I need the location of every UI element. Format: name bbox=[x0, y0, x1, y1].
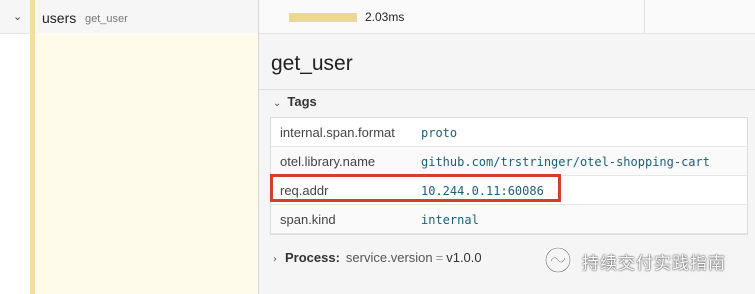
span-detail-spacer bbox=[35, 33, 258, 294]
tags-section-toggle[interactable]: ⌄ Tags bbox=[273, 94, 317, 109]
span-detail-title: get_user bbox=[271, 52, 353, 75]
tag-key: internal.span.format bbox=[280, 125, 395, 140]
tag-row: span.kind internal bbox=[271, 205, 747, 234]
process-equals: = bbox=[435, 250, 444, 265]
trace-tree-panel: ⌄ users get_user bbox=[0, 0, 258, 294]
tags-table: internal.span.format proto otel.library.… bbox=[270, 117, 748, 235]
span-service-name: users bbox=[42, 10, 77, 26]
tag-key: otel.library.name bbox=[280, 154, 376, 169]
tag-row: otel.library.name github.com/trstringer/… bbox=[271, 147, 747, 176]
chevron-down-icon: ⌄ bbox=[273, 98, 282, 109]
tag-value: 10.244.0.11:60086 bbox=[421, 184, 544, 198]
chevron-right-icon: › bbox=[273, 254, 277, 265]
tag-value: internal bbox=[421, 213, 479, 227]
span-timeline-row[interactable]: 2.03ms bbox=[259, 0, 755, 34]
watermark-text: 持续交付实践指南 bbox=[582, 254, 726, 273]
tag-key: req.addr bbox=[280, 183, 329, 198]
watermark: 持续交付实践指南 bbox=[545, 245, 745, 275]
wechat-logo-icon bbox=[545, 247, 571, 273]
tag-key: span.kind bbox=[280, 212, 336, 227]
tag-value: github.com/trstringer/otel-shopping-cart bbox=[421, 155, 710, 169]
span-duration-bar bbox=[289, 13, 357, 22]
process-value: v1.0.0 bbox=[446, 250, 482, 265]
process-section-toggle[interactable]: › Process: service.version = v1.0.0 bbox=[273, 250, 482, 265]
span-operation-name: get_user bbox=[85, 13, 128, 25]
tag-row: internal.span.format proto bbox=[271, 118, 747, 147]
span-duration-label: 2.03ms bbox=[365, 10, 405, 24]
tag-value: proto bbox=[421, 126, 458, 140]
chevron-down-icon[interactable]: ⌄ bbox=[13, 10, 22, 23]
timeline-tick bbox=[644, 0, 645, 33]
divider bbox=[259, 89, 755, 90]
process-key: service.version bbox=[345, 250, 433, 265]
span-row-users[interactable]: ⌄ users get_user bbox=[0, 0, 258, 34]
tags-label: Tags bbox=[287, 94, 317, 109]
process-label: Process: bbox=[285, 250, 340, 265]
tag-row: req.addr 10.244.0.11:60086 bbox=[271, 176, 747, 205]
